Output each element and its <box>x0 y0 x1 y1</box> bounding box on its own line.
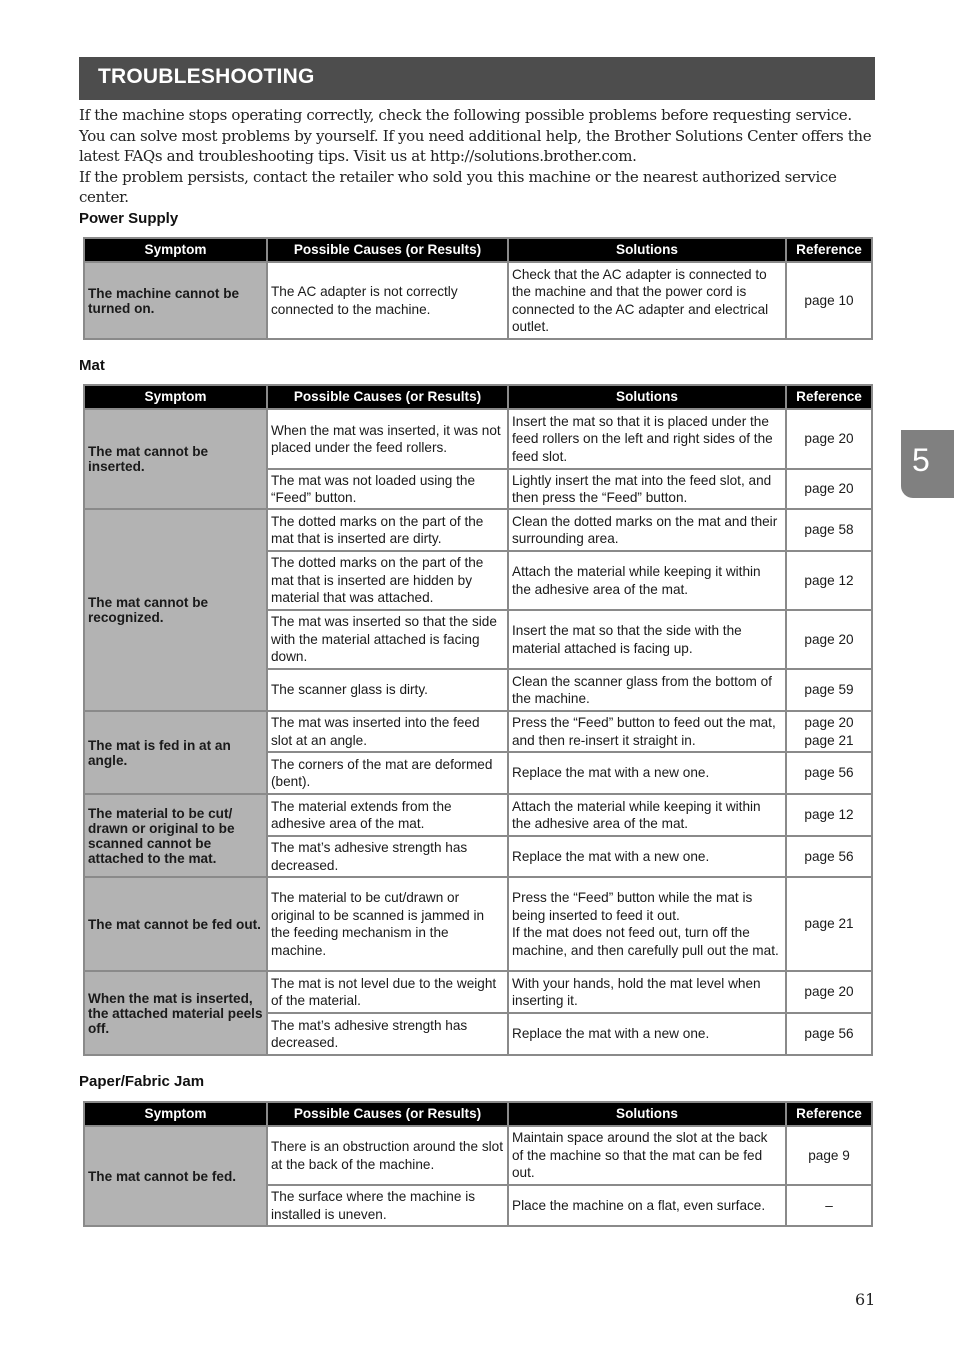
table-header-row: Symptom Possible Causes (or Results) Solut… <box>83 1101 873 1127</box>
cause-cell: The mat was not loaded using the “Feed” … <box>266 468 509 510</box>
reference-cell: page 9 <box>785 1125 873 1186</box>
section-title-power-supply: Power Supply <box>79 210 179 227</box>
table-row: The mat cannot be fed out. The material t… <box>83 876 873 972</box>
solution-cell: Replace the mat with a new one. <box>507 835 787 878</box>
cause-cell: The material extends from the adhesive a… <box>266 793 509 837</box>
header-reference: Reference <box>785 237 873 263</box>
section-title-paper-fabric-jam: Paper/Fabric Jam <box>79 1073 205 1090</box>
solution-cell: Check that the AC adapter is connected t… <box>507 261 787 340</box>
header-reference: Reference <box>785 384 873 410</box>
header-causes: Possible Causes (or Results) <box>266 1101 509 1127</box>
cause-cell: The AC adapter is not correctly connecte… <box>266 261 509 340</box>
cause-cell: The dotted marks on the part of the mat … <box>266 508 509 552</box>
header-solutions: Solutions <box>507 1101 787 1127</box>
mat-table: Symptom Possible Causes (or Results) Solut… <box>83 384 873 1056</box>
table-row: The mat cannot be fed. There is an obstru… <box>83 1125 873 1227</box>
reference-cell: page 21 <box>785 876 873 972</box>
table-row: The material to be cut/ drawn or origina… <box>83 793 873 878</box>
chapter-tab: 5 <box>901 430 954 498</box>
header-solutions: Solutions <box>507 237 787 263</box>
reference-cell: page 12 <box>785 550 873 611</box>
solution-cell: With your hands, hold the mat level when… <box>507 970 787 1014</box>
symptom-cell: The material to be cut/ drawn or origina… <box>83 793 268 878</box>
cause-cell: The mat’s adhesive strength has decrease… <box>266 1012 509 1056</box>
cause-cell: The scanner glass is dirty. <box>266 668 509 712</box>
symptom-cell: The mat cannot be inserted. <box>83 408 268 510</box>
header-symptom: Symptom <box>83 237 268 263</box>
cause-cell: The mat was inserted into the feed slot … <box>266 710 509 753</box>
symptom-cell: The mat is fed in at an angle. <box>83 710 268 795</box>
cause-cell: The mat is not level due to the weight o… <box>266 970 509 1014</box>
cause-cell: The dotted marks on the part of the mat … <box>266 550 509 611</box>
cause-cell: The mat was inserted so that the side wi… <box>266 609 509 670</box>
power-supply-table: Symptom Possible Causes (or Results) Solut… <box>83 237 873 340</box>
table-row: The machine cannot be turned on. The AC a… <box>83 261 873 340</box>
reference-cell: page 56 <box>785 751 873 795</box>
section-title-mat: Mat <box>79 357 105 374</box>
intro-paragraph: You can solve most problems by yourself.… <box>79 126 872 166</box>
intro-paragraph: If the machine stops operating correctly… <box>79 106 852 124</box>
table-row: The mat is fed in at an angle. The mat wa… <box>83 710 873 795</box>
reference-cell: page 20 <box>785 468 873 510</box>
solution-cell: Replace the mat with a new one. <box>507 751 787 795</box>
reference-cell: page 12 <box>785 793 873 837</box>
header-solutions: Solutions <box>507 384 787 410</box>
cause-cell: The surface where the machine is install… <box>266 1184 509 1227</box>
solution-cell: Clean the dotted marks on the mat and th… <box>507 508 787 552</box>
header-symptom: Symptom <box>83 1101 268 1127</box>
table-header-row: Symptom Possible Causes (or Results) Solut… <box>83 384 873 410</box>
header-symptom: Symptom <box>83 384 268 410</box>
solution-cell: Insert the mat so that it is placed unde… <box>507 408 787 470</box>
solution-cell: Insert the mat so that the side with the… <box>507 609 787 670</box>
solution-cell: Replace the mat with a new one. <box>507 1012 787 1056</box>
reference-cell: page 10 <box>785 261 873 340</box>
reference-cell: page 58 <box>785 508 873 552</box>
reference-cell: page 56 <box>785 1012 873 1056</box>
symptom-cell: The machine cannot be turned on. <box>83 261 268 340</box>
solution-cell: Maintain space around the slot at the ba… <box>507 1125 787 1186</box>
reference-cell: page 20 <box>785 408 873 470</box>
table-header-row: Symptom Possible Causes (or Results) Solut… <box>83 237 873 263</box>
solution-cell: Press the “Feed” button to feed out the … <box>507 710 787 753</box>
cause-cell: The corners of the mat are deformed (ben… <box>266 751 509 795</box>
cause-cell: There is an obstruction around the slot … <box>266 1125 509 1186</box>
symptom-cell: The mat cannot be recognized. <box>83 508 268 712</box>
chapter-number: 5 <box>912 442 930 478</box>
page-title: TROUBLESHOOTING <box>98 65 315 88</box>
reference-cell: page 20 <box>785 609 873 670</box>
table-row: The mat cannot be recognized. The dotted … <box>83 508 873 712</box>
header-causes: Possible Causes (or Results) <box>266 237 509 263</box>
cause-cell: When the mat was inserted, it was not pl… <box>266 408 509 470</box>
intro-paragraph: If the problem persists, contact the ret… <box>79 167 837 207</box>
solution-cell: Press the “Feed” button while the mat is… <box>507 876 787 972</box>
header-causes: Possible Causes (or Results) <box>266 384 509 410</box>
reference-cell: page 20 <box>785 970 873 1014</box>
cause-cell: The mat’s adhesive strength has decrease… <box>266 835 509 878</box>
reference-cell: – <box>785 1184 873 1227</box>
reference-cell: page 20 page 21 <box>785 710 873 753</box>
solution-cell: Place the machine on a flat, even surfac… <box>507 1184 787 1227</box>
table-row: When the mat is inserted, the attached m… <box>83 970 873 1056</box>
intro-text: If the machine stops operating correctly… <box>79 105 879 208</box>
table-row: The mat cannot be inserted. When the mat … <box>83 408 873 510</box>
solution-cell: Clean the scanner glass from the bottom … <box>507 668 787 712</box>
symptom-cell: The mat cannot be fed. <box>83 1125 268 1227</box>
paper-fabric-jam-table: Symptom Possible Causes (or Results) Solut… <box>83 1101 873 1227</box>
symptom-cell: When the mat is inserted, the attached m… <box>83 970 268 1056</box>
cause-cell: The material to be cut/drawn or original… <box>266 876 509 972</box>
page-title-bar: TROUBLESHOOTING <box>79 57 875 100</box>
header-reference: Reference <box>785 1101 873 1127</box>
symptom-cell: The mat cannot be fed out. <box>83 876 268 972</box>
solution-cell: Lightly insert the mat into the feed slo… <box>507 468 787 510</box>
reference-cell: page 59 <box>785 668 873 712</box>
solution-cell: Attach the material while keeping it wit… <box>507 793 787 837</box>
solution-cell: Attach the material while keeping it wit… <box>507 550 787 611</box>
reference-cell: page 56 <box>785 835 873 878</box>
page-number: 61 <box>855 1290 876 1309</box>
